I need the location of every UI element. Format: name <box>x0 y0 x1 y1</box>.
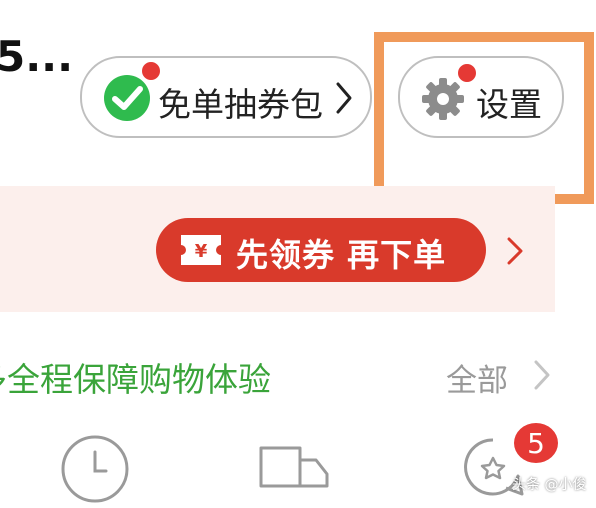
highlight-frame <box>374 32 594 204</box>
truck-icon[interactable] <box>258 438 330 500</box>
watermark: 头条 @小俊 <box>512 477 587 493</box>
chevron-right-icon[interactable] <box>500 236 530 266</box>
get-coupon-button[interactable]: ¥ 先领券 再下单 <box>156 218 486 282</box>
username-label: 5... <box>0 32 74 81</box>
notification-badge: 5 <box>511 420 561 466</box>
get-coupon-label: 先领券 再下单 <box>236 236 447 274</box>
view-all-link[interactable]: 全部 <box>446 355 508 400</box>
yen-coupon-icon: ¥ <box>178 232 224 268</box>
shopping-guarantee-text: 多全程保障购物体验 <box>0 360 271 399</box>
chevron-right-icon <box>332 80 356 116</box>
coupon-pack-label: 免单抽券包 <box>158 85 323 124</box>
svg-text:¥: ¥ <box>195 241 208 262</box>
chevron-right-icon[interactable] <box>530 358 554 392</box>
clock-icon[interactable] <box>60 434 130 504</box>
free-coupon-pack-button[interactable]: 免单抽券包 <box>80 56 372 138</box>
